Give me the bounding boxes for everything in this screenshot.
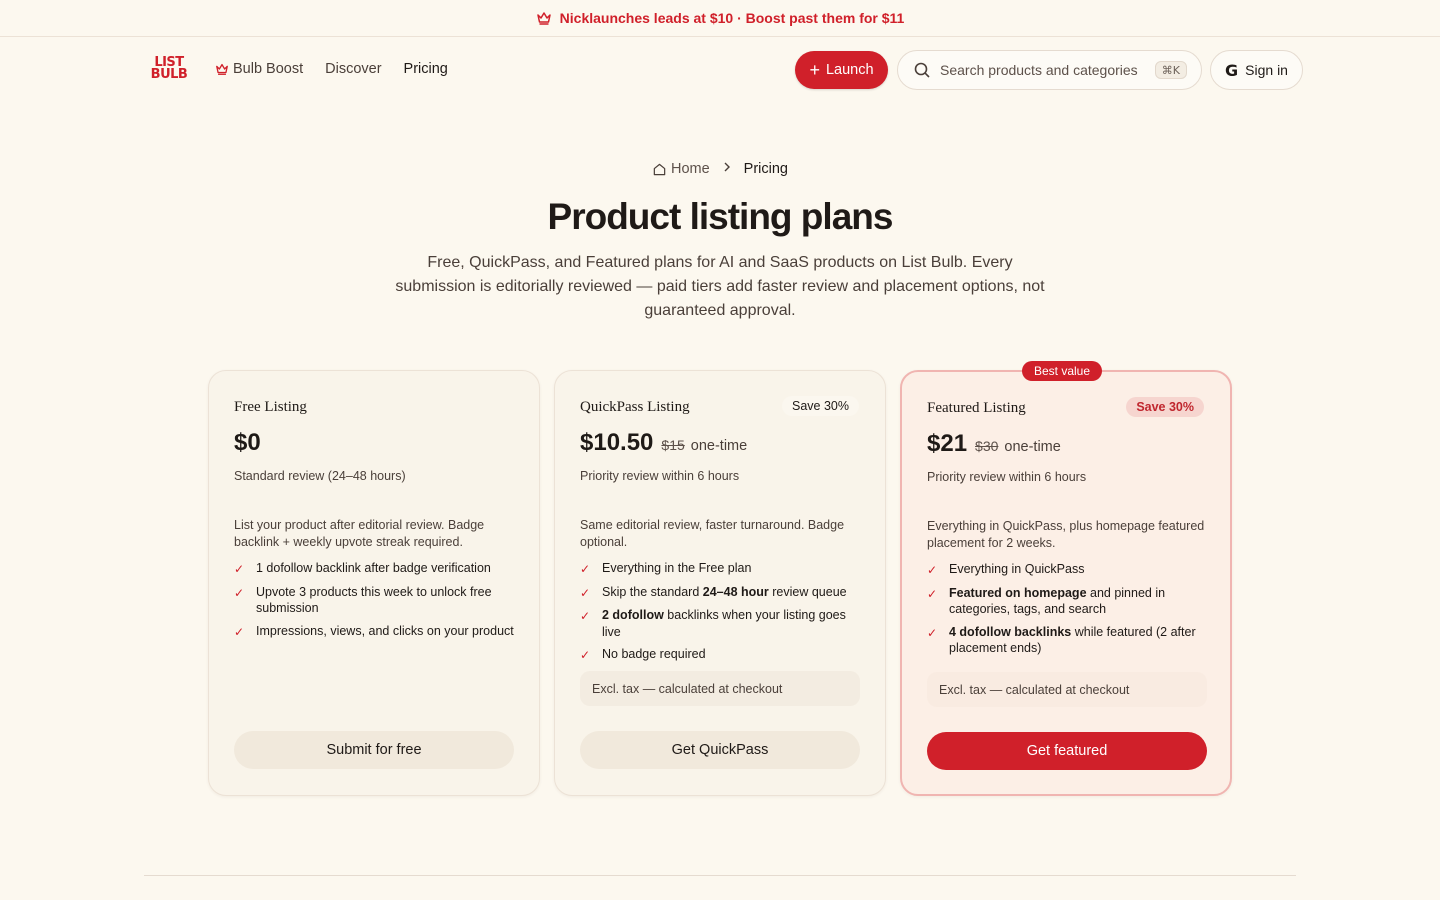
- nav-label: Pricing: [403, 61, 448, 77]
- plan-description: Same editorial review, faster turnaround…: [580, 518, 845, 549]
- announcement-bar[interactable]: Nicklaunches leads at $10 · Boost past t…: [0, 0, 1440, 37]
- tax-note: Excl. tax — calculated at checkout: [580, 671, 860, 706]
- page-title: Product listing plans: [547, 196, 894, 237]
- breadcrumb: Home Pricing: [0, 159, 1440, 179]
- submit-for-free-button[interactable]: Submit for free: [234, 731, 514, 769]
- plan-price: $0: [234, 429, 261, 456]
- main-nav: Bulb Boost Discover Pricing: [215, 61, 448, 77]
- price-row: $21 $30 one-time: [927, 430, 1061, 458]
- price-row: $10.50 $15 one-time: [580, 429, 747, 457]
- sign-in-button[interactable]: G Sign in: [1210, 50, 1303, 90]
- announcement-text: Nicklaunches leads at $10 · Boost past t…: [559, 10, 905, 26]
- nav-bulb-boost[interactable]: Bulb Boost: [215, 61, 303, 77]
- plan-price: $10.50: [580, 429, 654, 456]
- feature-text: Skip the standard 24–48 hour review queu…: [602, 584, 847, 599]
- price-note: one-time: [690, 438, 748, 454]
- feature-text: Upvote 3 products this week to unlock fr…: [256, 584, 492, 616]
- price-row: $0: [234, 429, 261, 457]
- check-icon: ✓: [580, 562, 591, 576]
- plus-icon: +: [809, 60, 820, 80]
- feature-text: Everything in the Free plan: [602, 561, 752, 575]
- breadcrumb-home[interactable]: Home: [652, 161, 710, 177]
- list-item: ✓ Everything in QuickPass: [927, 561, 1212, 579]
- list-item: ✓ Skip the standard 24–48 hour review que…: [580, 584, 865, 602]
- feature-text: Impressions, views, and clicks on your p…: [256, 623, 514, 638]
- page-subtitle: Free, QuickPass, and Featured plans for …: [395, 254, 1045, 319]
- nav-discover[interactable]: Discover: [325, 61, 381, 77]
- list-item: ✓ Featured on homepage and pinned in cate…: [927, 585, 1212, 618]
- crown-icon: [536, 12, 551, 25]
- save-badge: Save 30%: [1126, 397, 1204, 417]
- plan-name: Free Listing: [234, 399, 307, 415]
- nav-pricing[interactable]: Pricing: [404, 61, 448, 77]
- list-item: ✓ Upvote 3 products this week to unlock f…: [234, 584, 519, 617]
- launch-label: Launch: [825, 62, 874, 78]
- feature-text: Featured on homepage and pinned in categ…: [949, 585, 1166, 617]
- logo-bottom-text: BULB: [150, 67, 188, 82]
- check-icon: ✓: [580, 585, 591, 600]
- check-icon: ✓: [234, 585, 245, 600]
- best-value-badge: Best value: [1022, 361, 1103, 381]
- feature-text: 4 dofollow backlinks while featured (2 a…: [949, 624, 1196, 656]
- chevron-right-icon: [720, 160, 734, 178]
- feature-text: 2 dofollow backlinks when your listing g…: [602, 608, 846, 639]
- plan-price: $21: [927, 430, 968, 457]
- check-icon: ✓: [580, 609, 591, 623]
- old-price: $15: [661, 437, 685, 453]
- sign-in-label: Sign in: [1245, 62, 1288, 78]
- old-price: $30: [975, 438, 999, 454]
- list-item: ✓ 4 dofollow backlinks while featured (2 …: [927, 624, 1212, 657]
- breadcrumb-current-label: Pricing: [743, 161, 788, 177]
- feature-list: ✓ Everything in the Free plan ✓ Skip the s…: [580, 560, 865, 670]
- nav-label: Bulb Boost: [233, 61, 304, 77]
- search-input[interactable]: Search products and categories ⌘K: [897, 50, 1202, 90]
- footer-divider: [144, 875, 1296, 876]
- list-item: ✓ 2 dofollow backlinks when your listing …: [580, 607, 865, 640]
- breadcrumb-current: Pricing: [744, 161, 788, 177]
- review-time: Standard review (24–48 hours): [234, 469, 406, 483]
- nav-label: Discover: [325, 61, 382, 77]
- check-icon: ✓: [927, 586, 938, 601]
- google-icon: G: [1225, 60, 1239, 80]
- save-badge: Save 30%: [782, 396, 859, 416]
- get-featured-button[interactable]: Get featured: [927, 732, 1207, 770]
- feature-list: ✓ Everything in QuickPass ✓ Featured on ho…: [927, 561, 1212, 663]
- review-time: Priority review within 6 hours: [580, 469, 740, 483]
- check-icon: ✓: [927, 625, 938, 640]
- feature-text: Everything in QuickPass: [949, 562, 1085, 576]
- check-icon: ✓: [234, 624, 245, 639]
- list-item: ✓ 1 dofollow backlink after badge verific…: [234, 560, 519, 578]
- list-item: ✓ Everything in the Free plan: [580, 560, 865, 578]
- price-note: one-time: [1004, 439, 1061, 455]
- check-icon: ✓: [234, 562, 245, 576]
- check-icon: ✓: [927, 563, 938, 577]
- plan-description: Everything in QuickPass, plus homepage f…: [927, 519, 1205, 550]
- check-icon: ✓: [580, 648, 591, 662]
- list-item: ✓ Impressions, views, and clicks on your …: [234, 623, 519, 641]
- feature-list: ✓ 1 dofollow backlink after badge verific…: [234, 560, 519, 646]
- search-shortcut: ⌘K: [1154, 61, 1187, 79]
- feature-text: No badge required: [602, 647, 706, 661]
- launch-button[interactable]: + Launch: [795, 51, 888, 89]
- get-quickpass-button[interactable]: Get QuickPass: [580, 731, 860, 769]
- breadcrumb-home-label: Home: [670, 161, 710, 177]
- plan-card-quickpass: QuickPass Listing Save 30% $10.50 $15 on…: [554, 370, 886, 796]
- review-time: Priority review within 6 hours: [927, 470, 1087, 484]
- site-header: LIST BULB Bulb Boost Discover Pricing + …: [0, 37, 1440, 103]
- search-placeholder: Search products and categories: [940, 62, 1138, 78]
- logo[interactable]: LIST BULB: [148, 56, 190, 82]
- plan-name: Featured Listing: [927, 400, 1026, 416]
- list-item: ✓ No badge required: [580, 646, 865, 664]
- plan-name: QuickPass Listing: [580, 399, 690, 415]
- feature-text: 1 dofollow backlink after badge verifica…: [256, 561, 491, 575]
- crown-icon: [216, 63, 228, 75]
- home-icon: [653, 163, 666, 175]
- plan-card-featured: Best value Featured Listing Save 30% $21…: [900, 361, 1232, 796]
- tax-note: Excl. tax — calculated at checkout: [927, 672, 1207, 707]
- search-icon: [914, 62, 930, 78]
- plan-description: List your product after editorial review…: [234, 518, 485, 549]
- plan-card-free: Free Listing $0 Standard review (24–48 h…: [208, 370, 540, 796]
